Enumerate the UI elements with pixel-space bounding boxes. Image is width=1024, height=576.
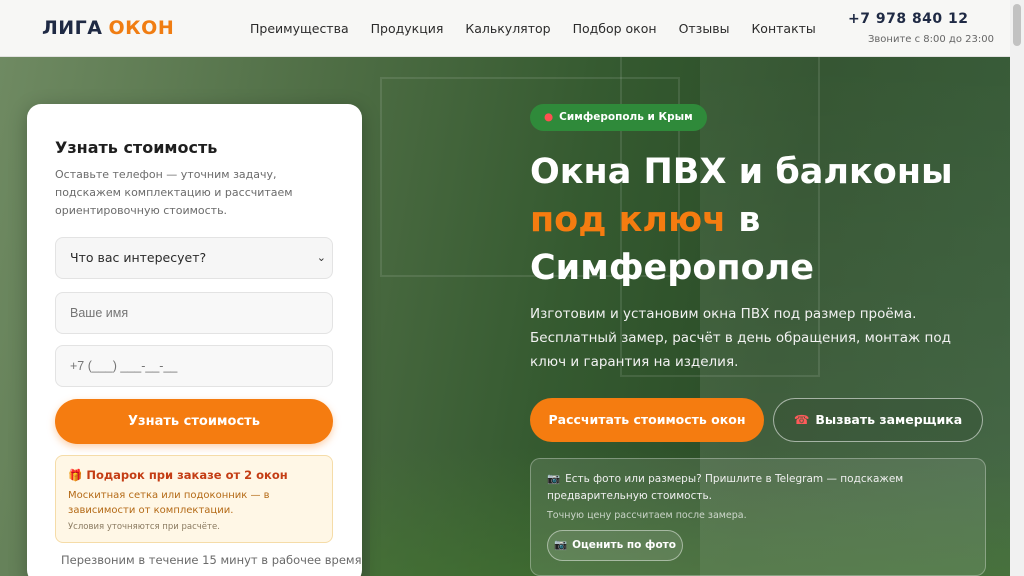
estimate-by-photo-button[interactable]: 📷 Оценить по фото bbox=[547, 530, 683, 561]
form-title: Узнать стоимость bbox=[55, 138, 218, 157]
get-price-button[interactable]: Узнать стоимость bbox=[55, 399, 333, 444]
telegram-text: Есть фото или размеры? Пришлите в Telegr… bbox=[547, 473, 904, 502]
gift-note: Условия уточняются при расчёте. bbox=[68, 522, 220, 532]
scrollbar-thumb[interactable] bbox=[1013, 4, 1021, 46]
telegram-text-row: 📷 Есть фото или размеры? Пришлите в Teleg… bbox=[547, 471, 967, 505]
gift-title-row: 🎁 Подарок при заказе от 2 окон bbox=[68, 468, 288, 482]
nav-link-advantages[interactable]: Преимущества bbox=[250, 21, 349, 36]
location-badge-text: Симферополь и Крым bbox=[559, 111, 693, 123]
call-measurer-button[interactable]: ☎ Вызвать замерщика bbox=[773, 398, 983, 442]
phone-icon: ☎ bbox=[793, 412, 810, 427]
interest-select[interactable]: Что вас интересует? ⌄ bbox=[55, 237, 333, 279]
site-header: ЛИГА ОКОН Преимущества Продукция Калькуля… bbox=[0, 0, 1024, 57]
hero-title-mid: в bbox=[726, 200, 761, 240]
phone-input[interactable] bbox=[55, 345, 333, 387]
gift-text: Москитная сетка или подоконник — в завис… bbox=[68, 490, 270, 516]
main-nav: Преимущества Продукция Калькулятор Подбо… bbox=[250, 21, 838, 36]
callback-note: Перезвоним в течение 15 минут в рабочее … bbox=[61, 553, 362, 567]
form-description: Оставьте телефон — уточним задачу, подск… bbox=[55, 168, 293, 217]
price-request-form: Узнать стоимость Оставьте телефон — уточ… bbox=[27, 104, 362, 576]
estimate-by-photo-label: Оценить по фото bbox=[572, 539, 676, 551]
logo-part2: ОКОН bbox=[108, 17, 175, 39]
nav-link-calculator[interactable]: Калькулятор bbox=[465, 21, 550, 36]
telegram-info-box: 📷 Есть фото или размеры? Пришлите в Teleg… bbox=[530, 458, 986, 576]
hero-title: Окна ПВХ и балконы под ключ в Симферополе bbox=[530, 148, 1000, 292]
chevron-down-icon: ⌄ bbox=[316, 251, 326, 264]
logo[interactable]: ЛИГА ОКОН bbox=[42, 17, 174, 39]
calculate-price-button[interactable]: Рассчитать стоимость окон bbox=[530, 398, 764, 442]
camera-icon: 📷 bbox=[547, 473, 561, 485]
hero-title-line3: Симферополе bbox=[530, 248, 814, 288]
hero-title-accent: под ключ bbox=[530, 200, 727, 240]
interest-select-value: Что вас интересует? bbox=[70, 250, 207, 265]
nav-link-products[interactable]: Продукция bbox=[371, 21, 444, 36]
page-scrollbar[interactable] bbox=[1010, 0, 1024, 576]
logo-part1: ЛИГА bbox=[42, 17, 103, 39]
header-phone[interactable]: +7 978 840 12 8 bbox=[848, 11, 968, 27]
name-input[interactable] bbox=[55, 292, 333, 334]
hero-title-line1: Окна ПВХ и балконы bbox=[530, 152, 953, 192]
location-badge: ● Симферополь и Крым bbox=[530, 104, 707, 131]
telegram-note: Точную цену рассчитаем после замера. bbox=[547, 510, 747, 521]
nav-link-contacts[interactable]: Контакты bbox=[751, 21, 815, 36]
hero-lead: Изготовим и установим окна ПВХ под разме… bbox=[530, 306, 951, 370]
pin-icon: ● bbox=[544, 111, 554, 123]
gift-promo: 🎁 Подарок при заказе от 2 окон Москитная … bbox=[55, 455, 333, 543]
nav-link-reviews[interactable]: Отзывы bbox=[679, 21, 730, 36]
camera-icon: 📷 bbox=[554, 539, 568, 551]
nav-link-window-selection[interactable]: Подбор окон bbox=[573, 21, 657, 36]
working-hours: Звоните с 8:00 до 23:00 bbox=[868, 34, 994, 45]
call-measurer-label: Вызвать замерщика bbox=[815, 412, 963, 427]
gift-icon: 🎁 bbox=[68, 468, 83, 482]
gift-title: Подарок при заказе от 2 окон bbox=[86, 468, 288, 482]
